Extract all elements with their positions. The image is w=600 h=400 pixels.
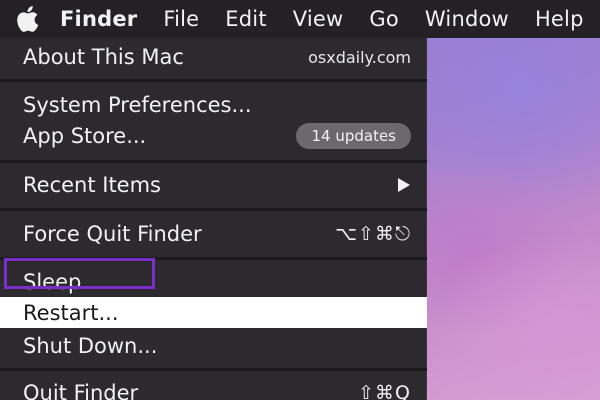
- menu-item-shut-down[interactable]: Shut Down...: [0, 329, 427, 363]
- highlight-annotation-box: [4, 258, 155, 289]
- keyboard-shortcut: ⌥⇧⌘⎋: [335, 223, 411, 245]
- menu-item-recent-items[interactable]: Recent Items: [0, 168, 427, 202]
- apple-menu: About This Mac osxdaily.com System Prefe…: [0, 38, 427, 400]
- menu-item-about-this-mac[interactable]: About This Mac osxdaily.com: [0, 40, 427, 74]
- menu-separator: [0, 79, 427, 82]
- menu-item-restart[interactable]: Restart...: [0, 297, 427, 328]
- menu-item-quit-finder[interactable]: Quit Finder ⇧⌘Q: [0, 376, 427, 400]
- menu-item-app-store[interactable]: App Store... 14 updates: [0, 119, 427, 153]
- menu-item-label: Force Quit Finder: [23, 222, 202, 246]
- menubar-item-edit[interactable]: Edit: [225, 7, 266, 31]
- menu-item-label: Restart...: [23, 300, 119, 325]
- menu-item-label: Recent Items: [23, 173, 161, 197]
- submenu-arrow-icon: [397, 177, 411, 193]
- menu-item-system-preferences[interactable]: System Preferences...: [0, 88, 427, 122]
- menubar-item-go[interactable]: Go: [369, 7, 399, 31]
- menu-item-label: System Preferences...: [23, 93, 252, 117]
- apple-logo-icon[interactable]: [14, 4, 40, 34]
- menubar-item-view[interactable]: View: [293, 7, 344, 31]
- keyboard-shortcut: ⇧⌘Q: [358, 382, 411, 400]
- menubar-item-file[interactable]: File: [163, 7, 199, 31]
- watermark-text: osxdaily.com: [308, 47, 411, 67]
- menubar-item-help[interactable]: Help: [535, 7, 584, 31]
- menu-item-label: Quit Finder: [23, 381, 139, 400]
- menu-separator: [0, 208, 427, 211]
- menu-separator: [0, 368, 427, 371]
- menu-item-label: About This Mac: [23, 45, 184, 69]
- menu-item-force-quit[interactable]: Force Quit Finder ⌥⇧⌘⎋: [0, 217, 427, 251]
- menubar-item-finder[interactable]: Finder: [60, 7, 137, 31]
- menu-bar: Finder File Edit View Go Window Help: [0, 0, 600, 38]
- menu-item-label: App Store...: [23, 124, 147, 148]
- menubar-item-window[interactable]: Window: [425, 7, 509, 31]
- menu-item-label: Shut Down...: [23, 334, 158, 358]
- screen: Finder File Edit View Go Window Help Abo…: [0, 0, 600, 400]
- menu-separator: [0, 160, 427, 163]
- updates-badge: 14 updates: [296, 123, 411, 149]
